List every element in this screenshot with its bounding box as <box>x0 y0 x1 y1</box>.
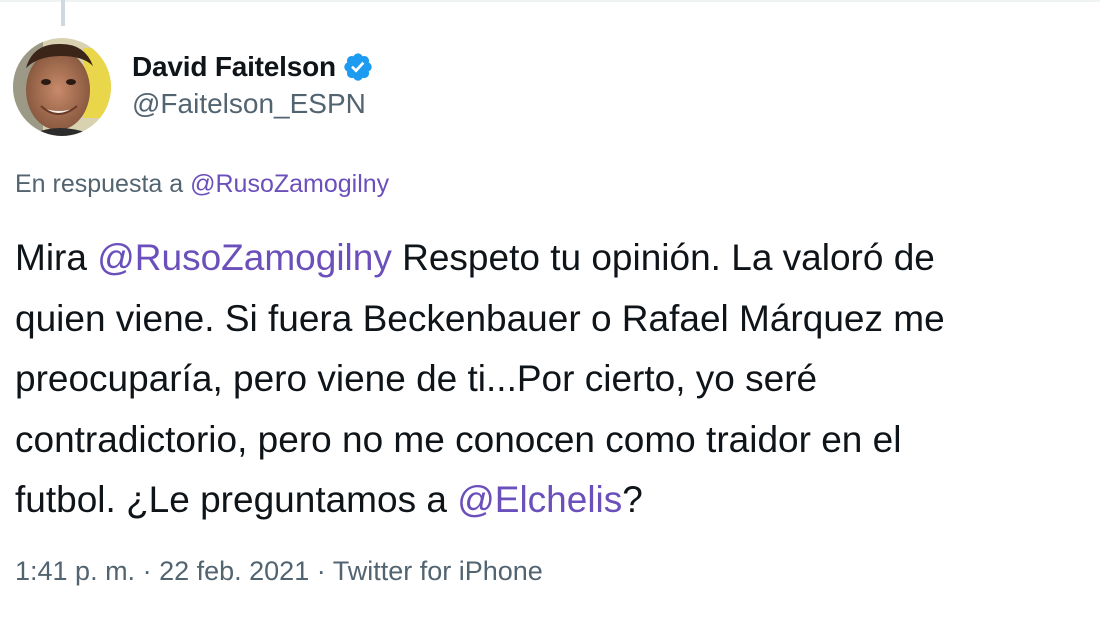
tweet-metadata: 1:41 p. m. · 22 feb. 2021 · Twitter for … <box>15 556 543 587</box>
text-segment: quien viene. Si fuera Beckenbauer o Rafa… <box>15 297 945 339</box>
reply-prefix: En respuesta a <box>15 170 191 198</box>
tweet-view: David Faitelson @Faitelson_ESPN En respu… <box>0 0 1100 619</box>
text-segment: ? <box>622 479 643 520</box>
text-segment: Mira <box>15 237 98 278</box>
profile-photo-icon <box>13 38 111 136</box>
text-segment: futbol. ¿Le preguntamos a <box>15 479 458 520</box>
text-segment: preocuparía, pero viene de ti...Por cier… <box>15 358 818 399</box>
date-link[interactable]: 22 feb. 2021 <box>159 556 309 586</box>
display-name-row: David Faitelson <box>132 48 374 86</box>
reply-context: En respuesta a @RusoZamogilny <box>15 170 389 199</box>
tweet-line: quien viene. Si fuera Beckenbauer o Rafa… <box>15 289 1100 350</box>
mention-link[interactable]: @Elchelis <box>457 479 622 520</box>
meta-separator: · <box>135 556 160 586</box>
tweet-line: Mira @RusoZamogilny Respeto tu opinión. … <box>15 228 1100 289</box>
timestamp-link[interactable]: 1:41 p. m. <box>15 556 135 586</box>
text-segment: contradictorio, pero no me conocen como … <box>15 418 902 460</box>
tweet-line: preocuparía, pero viene de ti...Por cier… <box>15 349 1100 410</box>
text-segment: Respeto tu opinión. La valoró de <box>391 237 935 278</box>
author-block: David Faitelson @Faitelson_ESPN <box>132 48 374 120</box>
reply-mention-link[interactable]: @RusoZamogilny <box>190 170 389 198</box>
tweet-text: Mira @RusoZamogilny Respeto tu opinión. … <box>15 228 1100 531</box>
top-divider <box>0 0 1100 2</box>
source-link[interactable]: Twitter for iPhone <box>333 556 543 586</box>
tweet-line: contradictorio, pero no me conocen como … <box>15 410 1100 471</box>
thread-connector-line <box>61 0 65 26</box>
display-name[interactable]: David Faitelson <box>132 51 336 83</box>
mention-link[interactable]: @RusoZamogilny <box>97 237 392 278</box>
tweet-line: futbol. ¿Le preguntamos a @Elchelis? <box>15 470 1100 531</box>
author-handle[interactable]: @Faitelson_ESPN <box>132 88 374 120</box>
verified-badge-icon <box>342 51 374 83</box>
meta-separator: · <box>309 556 333 586</box>
avatar[interactable] <box>13 38 111 136</box>
